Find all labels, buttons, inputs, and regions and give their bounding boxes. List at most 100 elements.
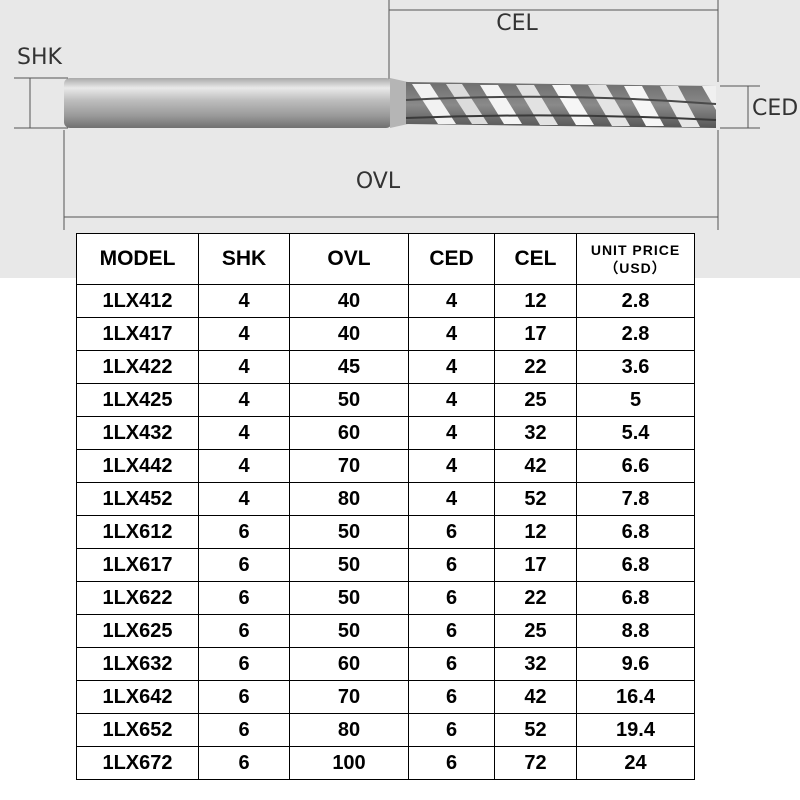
cell-ced: 4: [408, 284, 495, 318]
cell-ced: 6: [408, 581, 495, 615]
table-row: 1LX432 4 60 4 32 5.4: [76, 416, 695, 450]
cell-cel: 22: [494, 350, 577, 384]
cell-model: 1LX412: [76, 284, 199, 318]
cell-ced: 6: [408, 746, 495, 780]
cell-unit-price: 9.6: [576, 647, 695, 681]
cell-unit-price: 2.8: [576, 284, 695, 318]
table-row: 1LX622 6 50 6 22 6.8: [76, 581, 695, 615]
cell-model: 1LX432: [76, 416, 199, 450]
table-row: 1LX617 6 50 6 17 6.8: [76, 548, 695, 582]
cell-shk: 4: [198, 449, 290, 483]
cell-ovl: 60: [289, 416, 409, 450]
cell-model: 1LX425: [76, 383, 199, 417]
spec-table: MODEL SHK OVL CED CEL UNIT PRICE （USD） 1L…: [76, 233, 695, 780]
header-ced: CED: [408, 233, 495, 285]
cell-shk: 4: [198, 482, 290, 516]
cell-shk: 4: [198, 416, 290, 450]
table-row: 1LX625 6 50 6 25 8.8: [76, 614, 695, 648]
cell-ced: 4: [408, 317, 495, 351]
cell-ced: 6: [408, 713, 495, 747]
cell-unit-price: 6.8: [576, 581, 695, 615]
table-row: 1LX672 6 100 6 72 24: [76, 746, 695, 780]
cell-cel: 52: [494, 482, 577, 516]
cell-ced: 4: [408, 416, 495, 450]
cel-label: CEL: [496, 11, 538, 36]
cell-shk: 4: [198, 284, 290, 318]
cell-ced: 6: [408, 515, 495, 549]
diagram-background-right: [706, 0, 800, 278]
cell-ovl: 45: [289, 350, 409, 384]
cell-model: 1LX617: [76, 548, 199, 582]
header-unit-price: UNIT PRICE （USD）: [576, 233, 695, 285]
cell-unit-price: 24: [576, 746, 695, 780]
cell-cel: 12: [494, 284, 577, 318]
cell-unit-price: 6.8: [576, 515, 695, 549]
ced-label: CED: [752, 96, 798, 121]
cell-unit-price: 2.8: [576, 317, 695, 351]
cell-ovl: 80: [289, 713, 409, 747]
cell-model: 1LX417: [76, 317, 199, 351]
cell-model: 1LX612: [76, 515, 199, 549]
table-row: 1LX425 4 50 4 25 5: [76, 383, 695, 417]
cell-cel: 12: [494, 515, 577, 549]
header-cel: CEL: [494, 233, 577, 285]
cell-cel: 42: [494, 449, 577, 483]
table-row: 1LX442 4 70 4 42 6.6: [76, 449, 695, 483]
cell-ovl: 70: [289, 449, 409, 483]
cell-ovl: 50: [289, 515, 409, 549]
cell-cel: 25: [494, 383, 577, 417]
cell-shk: 6: [198, 548, 290, 582]
cell-ovl: 50: [289, 614, 409, 648]
cell-ovl: 80: [289, 482, 409, 516]
cell-shk: 6: [198, 713, 290, 747]
cell-cel: 22: [494, 581, 577, 615]
header-shk: SHK: [198, 233, 290, 285]
cell-ovl: 50: [289, 581, 409, 615]
cell-model: 1LX632: [76, 647, 199, 681]
table-row: 1LX452 4 80 4 52 7.8: [76, 482, 695, 516]
cell-model: 1LX422: [76, 350, 199, 384]
cell-shk: 6: [198, 614, 290, 648]
shank: [64, 78, 392, 128]
cell-ced: 4: [408, 350, 495, 384]
cell-unit-price: 6.8: [576, 548, 695, 582]
table-row: 1LX417 4 40 4 17 2.8: [76, 317, 695, 351]
header-ovl: OVL: [289, 233, 409, 285]
header-model: MODEL: [76, 233, 199, 285]
cell-unit-price: 3.6: [576, 350, 695, 384]
cell-ovl: 40: [289, 284, 409, 318]
cell-unit-price: 7.8: [576, 482, 695, 516]
cell-ced: 4: [408, 482, 495, 516]
flutes: [405, 82, 717, 128]
header-unit-price-line1: UNIT PRICE: [590, 242, 681, 258]
ovl-label: OVL: [356, 169, 401, 194]
shk-label: SHK: [17, 45, 63, 70]
cell-shk: 6: [198, 680, 290, 714]
table-row: 1LX642 6 70 6 42 16.4: [76, 680, 695, 714]
cell-model: 1LX625: [76, 614, 199, 648]
cell-shk: 6: [198, 515, 290, 549]
cell-unit-price: 6.6: [576, 449, 695, 483]
cell-model: 1LX622: [76, 581, 199, 615]
cell-ced: 6: [408, 647, 495, 681]
cell-unit-price: 8.8: [576, 614, 695, 648]
cell-cel: 25: [494, 614, 577, 648]
table-row: 1LX632 6 60 6 32 9.6: [76, 647, 695, 681]
cell-unit-price: 19.4: [576, 713, 695, 747]
table-row: 1LX422 4 45 4 22 3.6: [76, 350, 695, 384]
cell-cel: 32: [494, 647, 577, 681]
cell-ced: 6: [408, 680, 495, 714]
cell-unit-price: 5.4: [576, 416, 695, 450]
cell-shk: 6: [198, 581, 290, 615]
cell-model: 1LX642: [76, 680, 199, 714]
cell-ced: 6: [408, 614, 495, 648]
cell-cel: 52: [494, 713, 577, 747]
table-header-row: MODEL SHK OVL CED CEL UNIT PRICE （USD）: [76, 233, 695, 285]
cell-cel: 17: [494, 548, 577, 582]
cell-model: 1LX652: [76, 713, 199, 747]
cell-shk: 4: [198, 350, 290, 384]
cell-cel: 42: [494, 680, 577, 714]
cell-unit-price: 16.4: [576, 680, 695, 714]
table-row: 1LX652 6 80 6 52 19.4: [76, 713, 695, 747]
table-row: 1LX412 4 40 4 12 2.8: [76, 284, 695, 318]
